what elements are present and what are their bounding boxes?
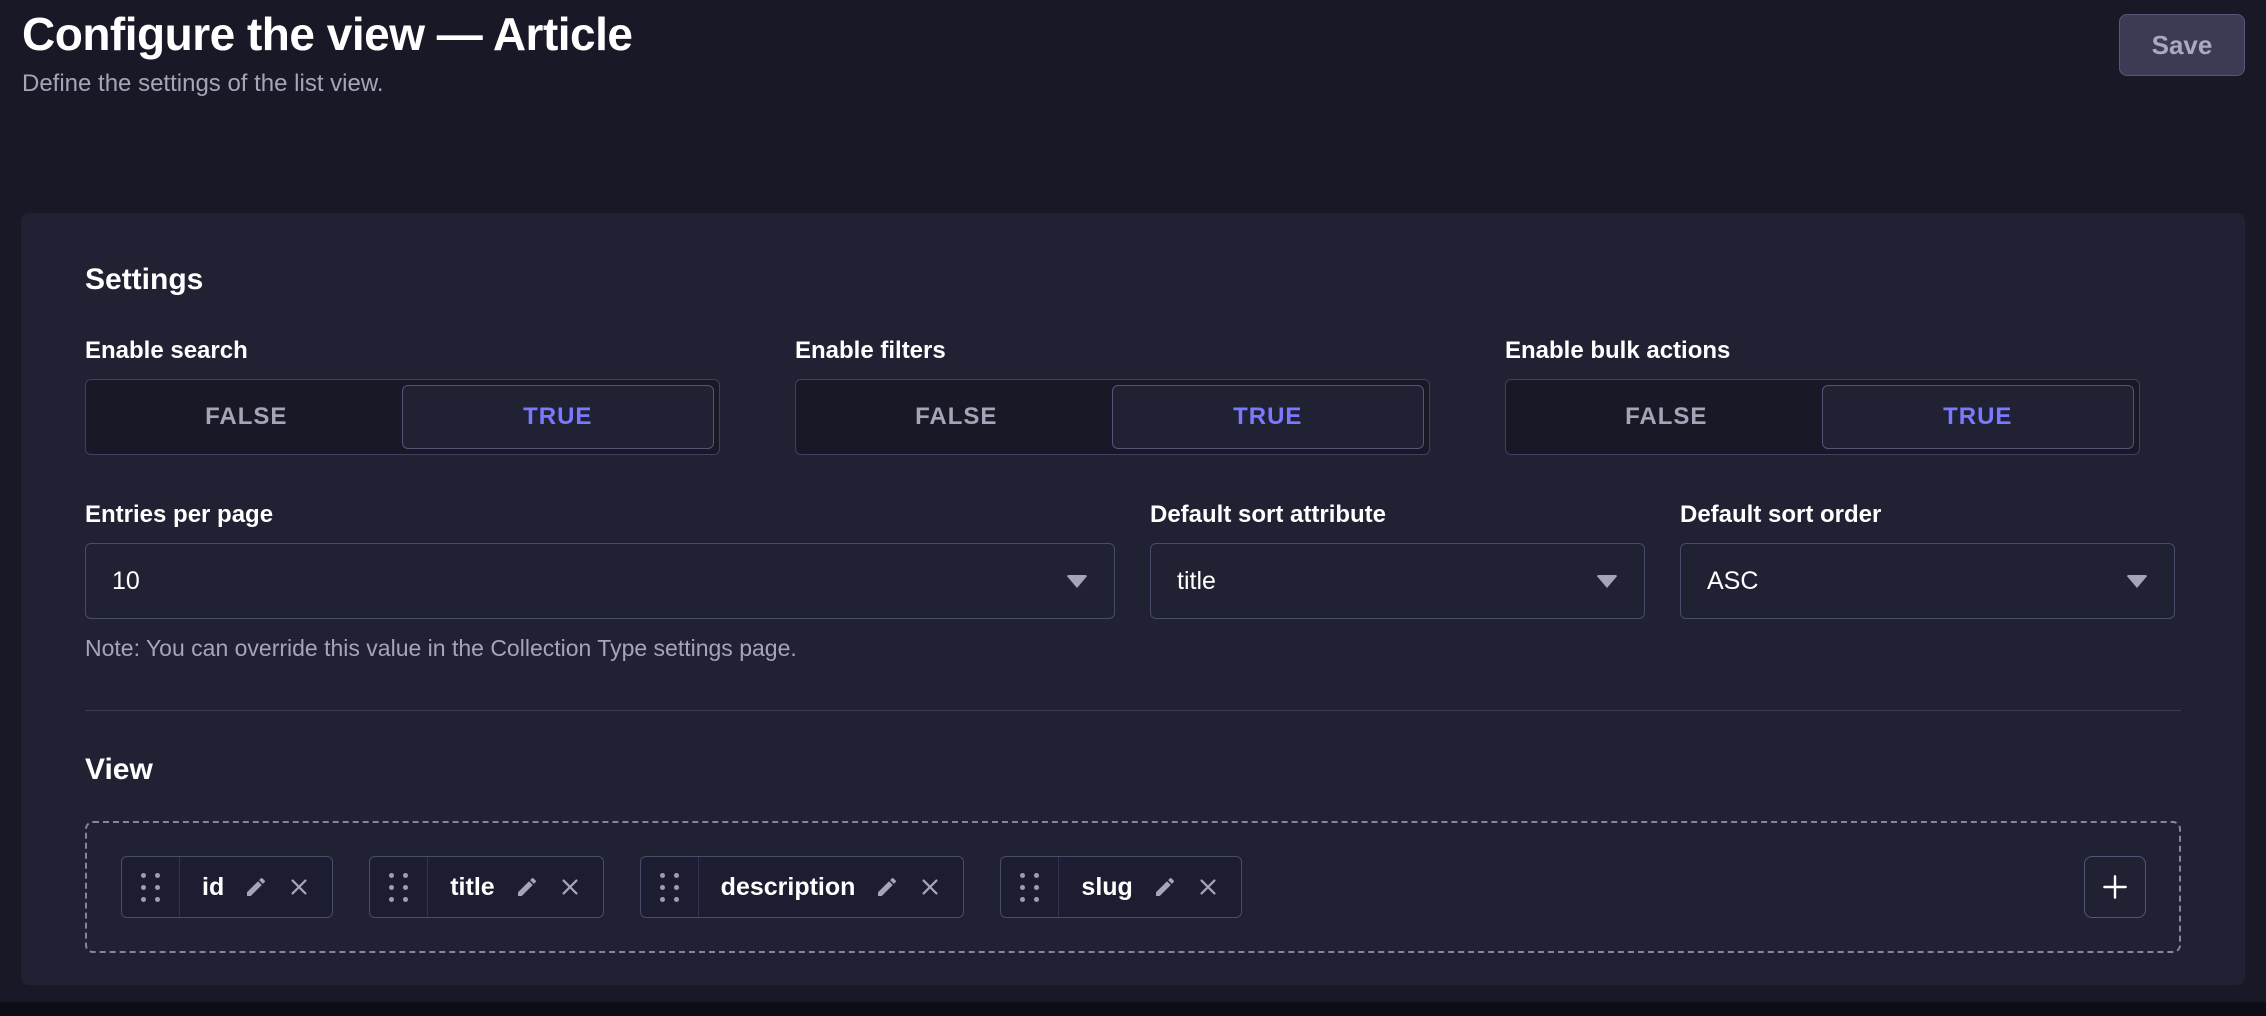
enable-search-true-option[interactable]: TRUE: [402, 385, 715, 449]
enable-search-field: Enable search FALSE TRUE: [85, 337, 720, 455]
chevron-down-icon: [1596, 575, 1618, 588]
default-sort-attribute-value: title: [1177, 567, 1216, 596]
close-icon[interactable]: [559, 876, 581, 898]
default-sort-order-field: Default sort order ASC: [1680, 501, 2175, 619]
window-edge: [0, 1002, 2266, 1016]
default-sort-order-value: ASC: [1707, 567, 1758, 596]
default-sort-order-select[interactable]: ASC: [1680, 543, 2175, 619]
field-pill-label: id: [202, 873, 224, 902]
entries-note: Note: You can override this value in the…: [85, 635, 2181, 662]
page-title: Configure the view — Article: [22, 6, 633, 62]
view-heading: View: [85, 753, 2181, 787]
drag-handle-icon[interactable]: [641, 857, 699, 917]
field-pill-description: description: [640, 856, 965, 918]
pencil-icon[interactable]: [875, 875, 899, 899]
pencil-icon[interactable]: [1153, 875, 1177, 899]
page-subtitle: Define the settings of the list view.: [22, 70, 633, 98]
enable-search-label: Enable search: [85, 337, 720, 365]
view-fields-dropzone: id title: [85, 821, 2181, 953]
enable-bulk-actions-true-option[interactable]: TRUE: [1822, 385, 2135, 449]
entries-per-page-field: Entries per page 10: [85, 501, 1115, 619]
plus-icon: [2098, 870, 2132, 904]
field-pill-slug: slug: [1000, 856, 1241, 918]
section-divider: [85, 710, 2181, 711]
add-field-button[interactable]: [2084, 856, 2146, 918]
enable-filters-field: Enable filters FALSE TRUE: [795, 337, 1430, 455]
field-pill-label: description: [721, 873, 856, 902]
close-icon[interactable]: [1197, 876, 1219, 898]
enable-filters-toggle: FALSE TRUE: [795, 379, 1430, 455]
enable-bulk-actions-toggle: FALSE TRUE: [1505, 379, 2140, 455]
enable-filters-label: Enable filters: [795, 337, 1430, 365]
drag-handle-icon[interactable]: [1001, 857, 1059, 917]
enable-filters-false-option[interactable]: FALSE: [801, 385, 1112, 449]
toggle-row: Enable search FALSE TRUE Enable filters …: [85, 337, 2181, 455]
default-sort-attribute-field: Default sort attribute title: [1150, 501, 1645, 619]
entries-per-page-value: 10: [112, 567, 140, 596]
enable-search-toggle: FALSE TRUE: [85, 379, 720, 455]
chevron-down-icon: [2126, 575, 2148, 588]
close-icon[interactable]: [919, 876, 941, 898]
pencil-icon[interactable]: [515, 875, 539, 899]
enable-bulk-actions-false-option[interactable]: FALSE: [1511, 385, 1822, 449]
close-icon[interactable]: [288, 876, 310, 898]
pencil-icon[interactable]: [244, 875, 268, 899]
enable-search-false-option[interactable]: FALSE: [91, 385, 402, 449]
settings-heading: Settings: [85, 213, 2181, 297]
field-pill-label: slug: [1081, 873, 1132, 902]
page-header: Configure the view — Article Define the …: [22, 6, 633, 98]
enable-bulk-actions-field: Enable bulk actions FALSE TRUE: [1505, 337, 2140, 455]
settings-card: Settings Enable search FALSE TRUE Enable…: [21, 213, 2245, 985]
field-pill-id: id: [121, 856, 333, 918]
default-sort-attribute-select[interactable]: title: [1150, 543, 1645, 619]
chevron-down-icon: [1066, 575, 1088, 588]
default-sort-order-label: Default sort order: [1680, 501, 2175, 529]
field-pill-title: title: [369, 856, 603, 918]
enable-bulk-actions-label: Enable bulk actions: [1505, 337, 2140, 365]
enable-filters-true-option[interactable]: TRUE: [1112, 385, 1425, 449]
drag-handle-icon[interactable]: [370, 857, 428, 917]
entries-per-page-label: Entries per page: [85, 501, 1115, 529]
field-pill-label: title: [450, 873, 494, 902]
drag-handle-icon[interactable]: [122, 857, 180, 917]
select-row: Entries per page 10 Default sort attribu…: [85, 501, 2181, 619]
save-button[interactable]: Save: [2119, 14, 2245, 76]
entries-per-page-select[interactable]: 10: [85, 543, 1115, 619]
default-sort-attribute-label: Default sort attribute: [1150, 501, 1645, 529]
